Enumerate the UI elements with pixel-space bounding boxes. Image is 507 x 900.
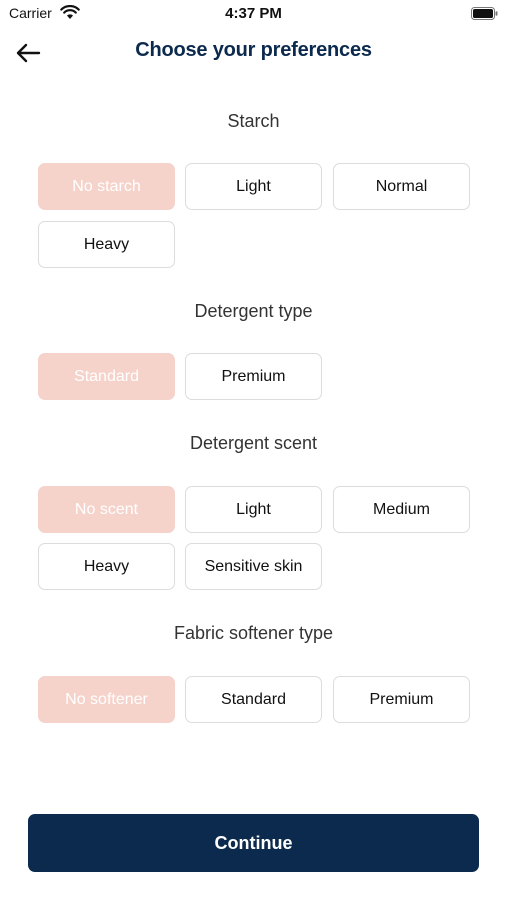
detergent-type-option-standard[interactable]: Standard: [38, 353, 175, 400]
softener-option-standard[interactable]: Standard: [185, 676, 322, 723]
continue-button[interactable]: Continue: [28, 814, 479, 872]
page-title: Choose your preferences: [135, 39, 372, 61]
detergent-type-option-premium[interactable]: Premium: [185, 353, 322, 400]
starch-option-heavy[interactable]: Heavy: [38, 221, 175, 268]
starch-option-no-starch[interactable]: No starch: [38, 163, 175, 210]
section-title-starch: Starch: [227, 111, 280, 131]
section-title-fabric-softener-type: Fabric softener type: [173, 623, 334, 643]
battery-icon: [471, 7, 498, 20]
starch-option-light[interactable]: Light: [185, 163, 322, 210]
scent-option-light[interactable]: Light: [185, 486, 322, 533]
scent-option-medium[interactable]: Medium: [333, 486, 470, 533]
scent-option-no-scent[interactable]: No scent: [38, 486, 175, 533]
scent-option-sensitive-skin[interactable]: Sensitive skin: [185, 543, 322, 590]
status-bar: Carrier 4:37 PM: [0, 0, 507, 28]
softener-option-no-softener[interactable]: No softener: [38, 676, 175, 723]
clock: 4:37 PM: [225, 5, 282, 22]
scent-option-heavy[interactable]: Heavy: [38, 543, 175, 590]
starch-option-normal[interactable]: Normal: [333, 163, 470, 210]
softener-option-premium[interactable]: Premium: [333, 676, 470, 723]
section-title-detergent-type: Detergent type: [194, 301, 313, 321]
section-title-detergent-scent: Detergent scent: [189, 433, 318, 453]
